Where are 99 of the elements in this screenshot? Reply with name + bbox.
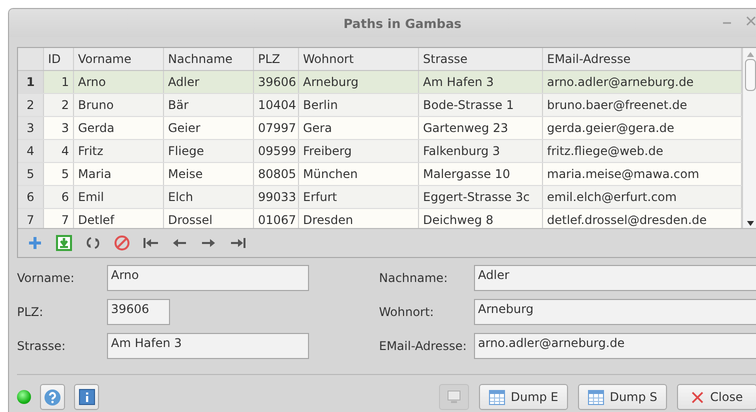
table-row[interactable]: 6 6 Emil Elch 99033 Erfurt Eggert-Strasse 3c emil.elch@erfurt.com <box>18 186 742 209</box>
table-cell: 3 <box>44 117 74 139</box>
row-header[interactable]: 3 <box>18 117 44 139</box>
table-cell: Berlin <box>299 94 419 116</box>
table-cell: Bode-Strasse 1 <box>419 94 543 116</box>
text-field[interactable]: 39606 <box>107 299 170 325</box>
first-icon <box>142 237 158 249</box>
field-label: Nachname: <box>379 270 449 287</box>
table-row[interactable]: 7 7 Detlef Drossel 01067 Dresden Deichweg 8 detlef.drossel@dresden.de <box>18 209 742 228</box>
text-field[interactable]: Arno <box>107 265 309 291</box>
close-button[interactable]: Close <box>677 384 756 410</box>
row-header[interactable]: 5 <box>18 163 44 185</box>
table-cell: 5 <box>44 163 74 185</box>
info-button[interactable] <box>74 384 99 410</box>
column-header[interactable]: Strasse <box>419 48 543 70</box>
scrollbar[interactable] <box>742 48 756 228</box>
table-row[interactable]: 3 3 Gerda Geier 07997 Gera Gartenweg 23 gerda.geier@gera.de <box>18 117 742 140</box>
table-icon <box>588 390 604 404</box>
save-icon <box>56 235 72 251</box>
table-cell: Gerda <box>74 117 164 139</box>
table-cell: Bruno <box>74 94 164 116</box>
table-cell: 6 <box>44 186 74 208</box>
table-cell: Falkenburg 3 <box>419 140 543 162</box>
table-row[interactable]: 5 5 Maria Meise 80805 München Malergasse 10 maria.meise@mawa.com <box>18 163 742 186</box>
table-cell: Detlef <box>74 209 164 228</box>
table-cell: 4 <box>44 140 74 162</box>
table-cell: 99033 <box>254 186 299 208</box>
table-cell: Freiberg <box>299 140 419 162</box>
row-header[interactable]: 1 <box>18 71 44 93</box>
monitor-icon <box>446 389 462 405</box>
table-cell: Meise <box>164 163 254 185</box>
table-cell: Fritz <box>74 140 164 162</box>
row-header[interactable]: 2 <box>18 94 44 116</box>
table-cell: 09599 <box>254 140 299 162</box>
left-arrow-icon <box>172 237 187 249</box>
last-icon <box>230 237 246 249</box>
table-cell: 7 <box>44 209 74 228</box>
table-cell: Gera <box>299 117 419 139</box>
info-icon <box>78 389 94 405</box>
table-row[interactable]: 1 1 Arno Adler 39606 Arneburg Am Hafen 3 arno.adler@arneburg.de <box>18 71 742 94</box>
row-header[interactable]: 4 <box>18 140 44 162</box>
table-cell: Arno <box>74 71 164 93</box>
column-header[interactable]: Nachname <box>164 48 254 70</box>
text-field[interactable]: Adler <box>474 265 756 291</box>
table-cell: 39606 <box>254 71 299 93</box>
field-label: EMail-Adresse: <box>379 338 468 355</box>
table-row[interactable]: 2 2 Bruno Bär 10404 Berlin Bode-Strasse 1 bruno.baer@freenet.de <box>18 94 742 117</box>
table-cell: 1 <box>44 71 74 93</box>
column-header[interactable]: ID <box>44 48 74 70</box>
field-label: Vorname: <box>17 270 76 287</box>
table-cell: Eggert-Strasse 3c <box>419 186 543 208</box>
table-cell: Malergasse 10 <box>419 163 543 185</box>
down-arrow-icon[interactable] <box>746 221 754 226</box>
table-cell: 2 <box>44 94 74 116</box>
right-arrow-icon <box>201 237 216 249</box>
scrollbar-thumb[interactable] <box>744 59 756 91</box>
table-cell: Adler <box>164 71 254 93</box>
close-icon[interactable] <box>746 16 756 26</box>
text-field[interactable]: Am Hafen 3 <box>107 333 309 359</box>
close-icon <box>691 390 704 404</box>
text-field[interactable]: arno.adler@arneburg.de <box>474 333 756 359</box>
table-row[interactable]: 4 4 Fritz Fliege 09599 Freiberg Falkenburg 3 fritz.fliege@web.de <box>18 140 742 163</box>
help-icon <box>44 388 61 406</box>
field-label: Wohnort: <box>379 304 435 321</box>
table-cell: Arneburg <box>299 71 419 93</box>
field-label: Strasse: <box>17 338 67 355</box>
table-cell: München <box>299 163 419 185</box>
table-cell: Am Hafen 3 <box>419 71 543 93</box>
table-cell: Gartenweg 23 <box>419 117 543 139</box>
row-header[interactable]: 7 <box>18 209 44 228</box>
help-button[interactable] <box>40 384 65 410</box>
field-label: PLZ: <box>17 304 44 321</box>
table-cell: Emil <box>74 186 164 208</box>
table-cell: Dresden <box>299 209 419 228</box>
table-cell: Geier <box>164 117 254 139</box>
column-header[interactable]: Wohnort <box>299 48 419 70</box>
up-arrow-icon[interactable] <box>746 52 754 57</box>
table-icon <box>488 390 505 404</box>
table-cell: Maria <box>74 163 164 185</box>
table-cell: 01067 <box>254 209 299 228</box>
table-cell: 10404 <box>254 94 299 116</box>
text-field[interactable]: Arneburg <box>474 299 756 325</box>
refresh-icon <box>86 236 100 250</box>
row-header[interactable]: 6 <box>18 186 44 208</box>
dump-button[interactable]: Dump S <box>578 384 667 410</box>
dump-button[interactable]: Dump E <box>479 384 568 410</box>
table-cell: Erfurt <box>299 186 419 208</box>
column-header[interactable]: PLZ <box>254 48 299 70</box>
column-header[interactable]: Vorname <box>74 48 164 70</box>
table-cell: Fliege <box>164 140 254 162</box>
plus-icon <box>28 236 42 250</box>
table-cell: Elch <box>164 186 254 208</box>
table-cell: 07997 <box>254 117 299 139</box>
table-cell: Deichweg 8 <box>419 209 543 228</box>
table-cell: 80805 <box>254 163 299 185</box>
window-title: Paths in Gambas <box>343 16 462 30</box>
table-cell: Bär <box>164 94 254 116</box>
table-cell: Drossel <box>164 209 254 228</box>
cancel-icon <box>114 235 130 251</box>
